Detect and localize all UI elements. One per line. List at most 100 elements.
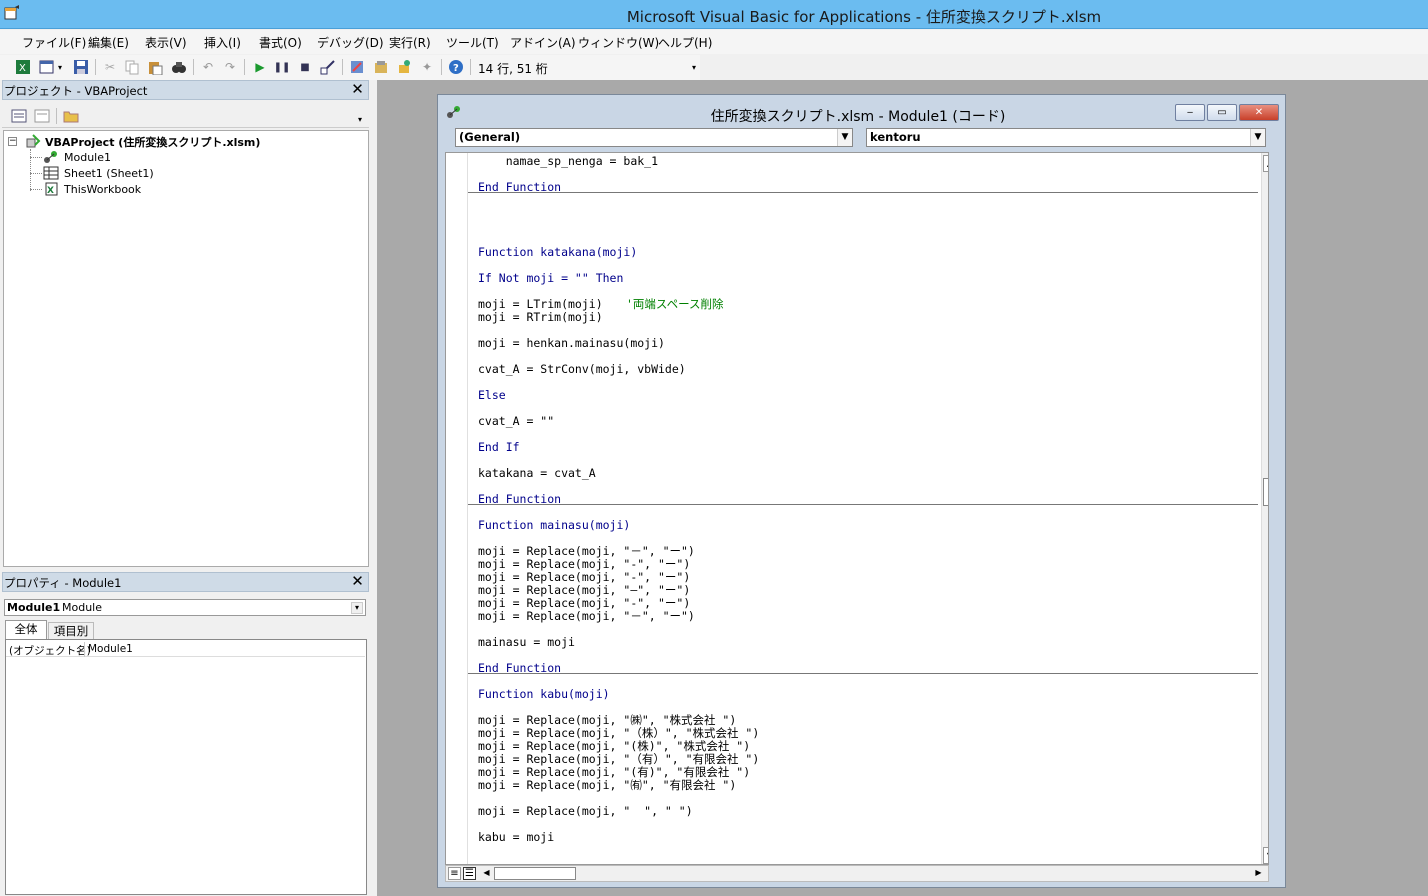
code-line: namae_sp_nenga = bak_1 xyxy=(478,154,659,168)
close-icon[interactable]: ✕ xyxy=(349,573,366,590)
chevron-down-icon[interactable]: ▾ xyxy=(351,602,363,614)
menu-bar: ファイル(F) 編集(E) 表示(V) 挿入(I) 書式(O) デバッグ(D) … xyxy=(0,30,1428,54)
toolbar-options-icon[interactable]: ▾ xyxy=(358,115,362,124)
menu-insert[interactable]: 挿入(I) xyxy=(202,33,243,52)
help-icon[interactable]: ? xyxy=(447,58,465,76)
svg-text:X: X xyxy=(47,186,54,196)
toolbar-separator xyxy=(470,59,471,75)
vertical-scrollbar[interactable]: ▲ ▼ xyxy=(1261,153,1268,864)
code-line: Function kabu(moji) xyxy=(478,687,610,701)
menu-addins[interactable]: アドイン(A) xyxy=(508,33,578,52)
run-icon[interactable]: ▶ xyxy=(251,58,269,76)
menu-edit[interactable]: 編集(E) xyxy=(86,33,131,52)
view-object-icon[interactable] xyxy=(33,107,51,125)
left-pane: プロジェクト - VBAProject ✕ ▾ − VBAProject (住所… xyxy=(0,80,372,896)
find-icon[interactable] xyxy=(170,58,188,76)
tree-root-vbaproject[interactable]: VBAProject (住所変換スクリプト.xlsm) xyxy=(45,134,260,150)
code-line: moji = Replace(moji, " ", " ") xyxy=(478,804,693,818)
collapse-icon[interactable]: − xyxy=(8,137,17,146)
procedure-view-icon[interactable]: ≡ xyxy=(448,867,461,880)
tab-alphabetic[interactable]: 全体 xyxy=(5,620,47,639)
cut-icon[interactable]: ✂ xyxy=(101,58,119,76)
code-line: cvat_A = "" xyxy=(478,414,555,428)
code-editor[interactable]: namae_sp_nenga = bak_1 End Function Func… xyxy=(445,152,1269,865)
code-margin[interactable] xyxy=(446,153,468,864)
reset-icon[interactable]: ■ xyxy=(296,58,314,76)
procedure-separator xyxy=(468,192,1258,193)
tree-item-module1[interactable]: Module1 xyxy=(64,151,111,164)
object-type: Module xyxy=(62,601,102,614)
object-combo[interactable]: (General) ▼ xyxy=(455,128,853,147)
scroll-left-icon[interactable]: ◀ xyxy=(480,867,493,880)
close-button[interactable]: ✕ xyxy=(1239,104,1279,121)
project-toolbar: ▾ xyxy=(2,103,369,128)
menu-view[interactable]: 表示(V) xyxy=(143,33,189,52)
scroll-down-icon[interactable]: ▼ xyxy=(1263,847,1268,864)
close-icon[interactable]: ✕ xyxy=(349,81,366,98)
redo-icon[interactable]: ↷ xyxy=(221,58,239,76)
dropdown-arrow-icon[interactable]: ▾ xyxy=(55,58,65,76)
menu-window[interactable]: ウィンドウ(W) xyxy=(576,33,661,52)
paste-icon[interactable] xyxy=(146,58,164,76)
menu-format[interactable]: 書式(O) xyxy=(257,33,304,52)
code-line: Else xyxy=(478,388,506,402)
scroll-thumb[interactable] xyxy=(494,867,576,880)
code-line: moji = henkan.mainasu(moji) xyxy=(478,336,665,350)
menu-debug[interactable]: デバッグ(D) xyxy=(315,33,386,52)
workbook-icon: X xyxy=(45,182,58,196)
excel-icon[interactable]: X xyxy=(14,58,32,76)
properties-window-icon[interactable] xyxy=(372,58,390,76)
project-tree: − VBAProject (住所変換スクリプト.xlsm) Module1 Sh… xyxy=(3,130,369,567)
insert-userform-icon[interactable] xyxy=(38,58,56,76)
code-line: Function katakana(moji) xyxy=(478,245,638,259)
standard-toolbar: X ▾ ✂ ↶ ↷ ▶ ❚❚ ■ ✦ ? 14 行, 51 桁 ▾ xyxy=(0,55,700,80)
undo-icon[interactable]: ↶ xyxy=(199,58,217,76)
horizontal-bar: ≡ ☰ ◀ ▶ xyxy=(445,865,1269,882)
module-icon xyxy=(447,106,460,118)
copy-icon[interactable] xyxy=(123,58,141,76)
tree-item-thisworkbook[interactable]: ThisWorkbook xyxy=(64,183,141,196)
property-label: (オブジェクト名) xyxy=(9,645,91,657)
project-explorer-icon[interactable] xyxy=(348,58,366,76)
scroll-thumb[interactable] xyxy=(1263,478,1268,506)
svg-text:X: X xyxy=(19,63,26,74)
object-combo-value: (General) xyxy=(459,130,521,144)
object-browser-icon[interactable] xyxy=(395,58,413,76)
property-row[interactable]: (オブジェクト名) Module1 xyxy=(6,642,365,657)
toolbar-options-icon[interactable]: ▾ xyxy=(689,58,699,76)
tree-item-sheet1[interactable]: Sheet1 (Sheet1) xyxy=(64,167,154,180)
horizontal-scrollbar[interactable]: ◀ ▶ xyxy=(478,866,1268,881)
view-code-icon[interactable] xyxy=(10,107,28,125)
code-window-title: 住所変換スクリプト.xlsm - Module1 (コード) xyxy=(710,109,1006,125)
toggle-folders-icon[interactable] xyxy=(62,107,80,125)
menu-help[interactable]: ヘルプ(H) xyxy=(656,33,714,52)
design-mode-icon[interactable] xyxy=(319,58,337,76)
full-module-view-icon[interactable]: ☰ xyxy=(463,867,476,880)
restore-button[interactable]: ▭ xyxy=(1207,104,1237,121)
scroll-right-icon[interactable]: ▶ xyxy=(1252,867,1265,880)
sheet-icon xyxy=(43,166,59,180)
menu-run[interactable]: 実行(R) xyxy=(387,33,433,52)
code-line: cvat_A = StrConv(moji, vbWide) xyxy=(478,362,686,376)
properties-object-select[interactable]: Module1 Module ▾ xyxy=(4,599,366,616)
procedure-combo-value: kentoru xyxy=(870,130,921,144)
minimize-button[interactable]: ‒ xyxy=(1175,104,1205,121)
code-line: moji = RTrim(moji) xyxy=(478,310,603,324)
menu-tools[interactable]: ツール(T) xyxy=(444,33,501,52)
window-title: Microsoft Visual Basic for Applications … xyxy=(626,8,1102,26)
chevron-down-icon[interactable]: ▼ xyxy=(837,129,852,146)
break-icon[interactable]: ❚❚ xyxy=(273,58,291,76)
property-value[interactable]: Module1 xyxy=(88,643,133,655)
save-icon[interactable] xyxy=(72,58,90,76)
chevron-down-icon[interactable]: ▼ xyxy=(1250,129,1265,146)
code-window-titlebar[interactable]: 住所変換スクリプト.xlsm - Module1 (コード) ‒ ▭ ✕ xyxy=(438,95,1285,125)
object-name: Module1 xyxy=(7,601,61,614)
procedure-combo[interactable]: kentoru ▼ xyxy=(866,128,1266,147)
vba-app-icon[interactable] xyxy=(3,4,21,22)
scroll-up-icon[interactable]: ▲ xyxy=(1263,155,1268,172)
properties-grid: (オブジェクト名) Module1 xyxy=(5,639,367,895)
menu-file[interactable]: ファイル(F) xyxy=(20,33,88,52)
tab-categorized[interactable]: 項目別 xyxy=(48,622,94,639)
toolbox-icon[interactable]: ✦ xyxy=(418,58,436,76)
toolbar-separator xyxy=(244,59,245,75)
